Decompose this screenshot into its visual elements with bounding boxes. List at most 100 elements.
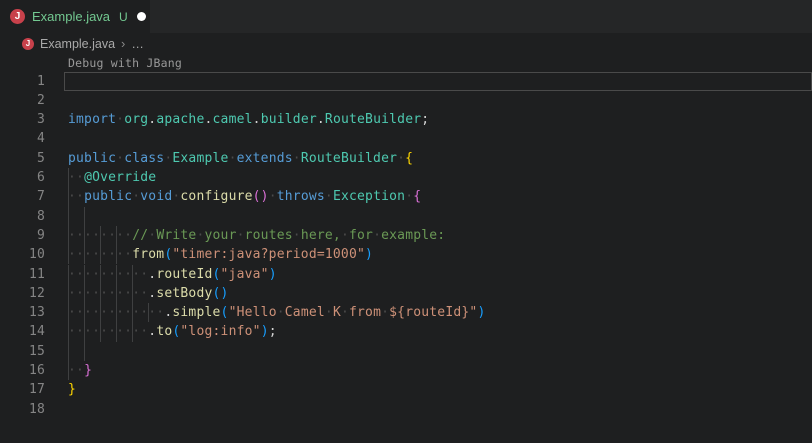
indent-guide: [84, 207, 85, 226]
line-number: 17: [0, 380, 45, 399]
code-token: .: [205, 112, 213, 127]
whitespace-dots: ·: [293, 151, 301, 166]
code-line[interactable]: 15: [0, 342, 812, 361]
code-token: setBody: [156, 286, 212, 301]
line-number: 13: [0, 303, 45, 322]
whitespace-dots: ·: [277, 305, 285, 320]
code-token: throws: [277, 189, 325, 204]
code-token: ${routeId}": [389, 305, 477, 320]
code-token: .: [317, 112, 325, 127]
code-token: Camel: [285, 305, 325, 320]
code-line[interactable]: 13············.simple("Hello·Camel·K·fro…: [0, 303, 812, 322]
whitespace-dots: ·: [325, 189, 333, 204]
whitespace-dots: ··: [68, 363, 84, 378]
code-token: org: [124, 112, 148, 127]
code-token: Exception: [333, 189, 405, 204]
indent-guide: [68, 207, 69, 226]
code-line[interactable]: 2: [0, 91, 812, 110]
code-token: your: [204, 228, 236, 243]
line-number: 1: [0, 72, 45, 91]
code-token: //: [132, 228, 148, 243]
code-line[interactable]: 12··········.setBody(): [0, 284, 812, 303]
code-line[interactable]: 6 ··@Override: [0, 168, 812, 187]
whitespace-dots: ·: [381, 305, 389, 320]
code-editor[interactable]: Debug with JBang 123 import·org.apache.ca…: [0, 0, 812, 443]
code-token: }: [68, 382, 76, 397]
code-token: (: [221, 305, 229, 320]
line-number: 9: [0, 226, 45, 245]
code-token: RouteBuilder: [325, 112, 421, 127]
code-text: ··@Override: [68, 168, 156, 187]
whitespace-dots: ············: [68, 305, 164, 320]
code-text: ········from("timer:java?period=1000"): [68, 245, 373, 264]
line-number: 16: [0, 361, 45, 380]
code-token: "Hello: [229, 305, 277, 320]
whitespace-dots: ·: [116, 112, 124, 127]
code-text: ··}: [68, 361, 92, 380]
code-line[interactable]: 14 ··········.to("log:info");: [0, 322, 812, 341]
code-token: (): [213, 286, 229, 301]
code-line[interactable]: 18: [0, 400, 812, 419]
code-line[interactable]: 4: [0, 129, 812, 148]
code-line[interactable]: 7··public·void·configure()·throws·Except…: [0, 187, 812, 206]
code-token: ;: [421, 112, 429, 127]
code-token: camel: [213, 112, 253, 127]
code-text: ··········.to("log:info");: [68, 322, 277, 341]
line-number: 6: [0, 168, 45, 187]
code-text: ··public·void·configure()·throws·Excepti…: [68, 187, 421, 206]
code-token: apache: [156, 112, 204, 127]
code-text: }: [68, 380, 76, 399]
whitespace-dots: ········: [68, 247, 132, 262]
whitespace-dots: ··: [68, 170, 84, 185]
code-token: ;: [269, 324, 277, 339]
code-token: K: [333, 305, 341, 320]
code-line[interactable]: 10········from("timer:java?period=1000"): [0, 245, 812, 264]
code-text: ········//·Write·your·routes·here,·for·e…: [68, 226, 445, 245]
line-number: 7: [0, 187, 45, 206]
line-number: 11: [0, 265, 45, 284]
whitespace-dots: ··········: [68, 324, 148, 339]
code-token: RouteBuilder: [301, 151, 397, 166]
code-line[interactable]: 17}: [0, 380, 812, 399]
whitespace-dots: ·: [293, 228, 301, 243]
code-token: {: [405, 151, 413, 166]
line-number: 18: [0, 400, 45, 419]
code-line[interactable]: 16 ··}: [0, 361, 812, 380]
code-text: ············.simple("Hello·Camel·K·from·…: [68, 303, 485, 322]
code-line[interactable]: 1: [0, 72, 812, 91]
codelens-debug-with-jbang[interactable]: Debug with JBang: [68, 56, 182, 70]
code-token: simple: [172, 305, 220, 320]
code-token: ): [365, 247, 373, 262]
indent-guide: [84, 342, 85, 361]
code-line[interactable]: 5public·class·Example·extends·RouteBuild…: [0, 149, 812, 168]
code-token: .: [253, 112, 261, 127]
code-line[interactable]: 11··········.routeId("java"): [0, 265, 812, 284]
line-number: 14: [0, 322, 45, 341]
code-line[interactable]: 8: [0, 207, 812, 226]
code-token: class: [124, 151, 164, 166]
whitespace-dots: ········: [68, 228, 132, 243]
code-token: Example: [172, 151, 228, 166]
code-token: example:: [381, 228, 445, 243]
code-token: from: [349, 305, 381, 320]
line-number: 3: [0, 110, 45, 129]
code-line[interactable]: 9········//·Write·your·routes·here,·for·…: [0, 226, 812, 245]
whitespace-dots: ··········: [68, 286, 148, 301]
whitespace-dots: ·: [373, 228, 381, 243]
line-number: 15: [0, 342, 45, 361]
code-token: for: [349, 228, 373, 243]
code-line[interactable]: 3 import·org.apache.camel.builder.RouteBu…: [0, 110, 812, 129]
whitespace-dots: ··········: [68, 267, 148, 282]
code-token: public: [84, 189, 132, 204]
code-token: "java": [221, 267, 269, 282]
whitespace-dots: ·: [341, 228, 349, 243]
whitespace-dots: ·: [341, 305, 349, 320]
code-token: public: [68, 151, 116, 166]
code-token: void: [140, 189, 172, 204]
whitespace-dots: ·: [229, 151, 237, 166]
code-token: }: [84, 363, 92, 378]
code-token: here,: [301, 228, 341, 243]
line-number: 2: [0, 91, 45, 110]
code-token: to: [156, 324, 172, 339]
code-text: import·org.apache.camel.builder.RouteBui…: [68, 110, 429, 129]
